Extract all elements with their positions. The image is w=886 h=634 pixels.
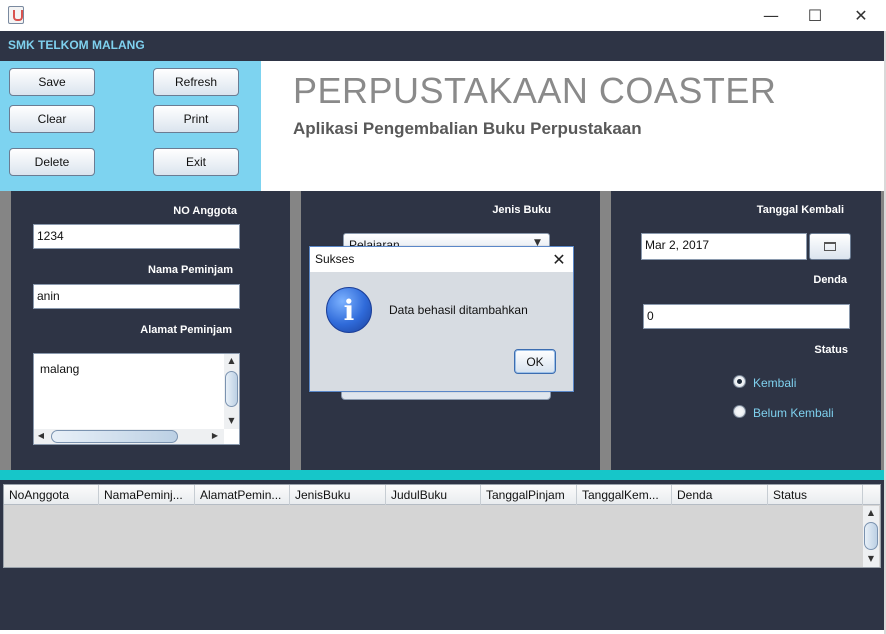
- dialog-title: Sukses: [315, 252, 355, 266]
- calendar-icon: [824, 242, 836, 251]
- minimize-button[interactable]: —: [748, 0, 794, 31]
- close-window-button[interactable]: ✕: [838, 0, 884, 31]
- clear-button[interactable]: Clear: [9, 105, 95, 133]
- status-belum-kembali-radio[interactable]: [733, 405, 746, 418]
- column-header-denda[interactable]: Denda: [672, 485, 768, 505]
- column-header-namapeminjam[interactable]: NamaPeminj...: [99, 485, 195, 505]
- delete-button[interactable]: Delete: [9, 148, 95, 176]
- dialog-message: Data behasil ditambahkan: [389, 303, 528, 317]
- column-header-alamatpeminjam[interactable]: AlamatPemin...: [195, 485, 290, 505]
- calendar-button[interactable]: [809, 233, 851, 260]
- exit-button[interactable]: Exit: [153, 148, 239, 176]
- scroll-left-icon[interactable]: ◀: [36, 431, 46, 441]
- button-panel: Save Refresh Clear Print Delete Exit: [0, 61, 261, 191]
- vertical-scroll-thumb[interactable]: [225, 371, 238, 407]
- column-header-noanggota[interactable]: NoAnggota: [4, 485, 99, 505]
- column-header-tanggalpinjam[interactable]: TanggalPinjam: [481, 485, 577, 505]
- tanggal-kembali-field[interactable]: Mar 2, 2017: [641, 233, 807, 260]
- separator-bar: [0, 470, 884, 480]
- alamat-peminjam-label: Alamat Peminjam: [140, 324, 232, 336]
- column-divider: [0, 191, 11, 470]
- no-anggota-label: NO Anggota: [173, 205, 237, 217]
- save-button[interactable]: Save: [9, 68, 95, 96]
- scroll-up-icon[interactable]: ▲: [225, 356, 238, 366]
- status-belum-kembali-label[interactable]: Belum Kembali: [753, 406, 834, 420]
- nama-peminjam-field[interactable]: anin: [33, 284, 240, 309]
- java-cup-icon: [8, 6, 24, 24]
- status-kembali-radio[interactable]: [733, 375, 746, 388]
- denda-label: Denda: [813, 274, 847, 286]
- scroll-down-icon[interactable]: ▼: [225, 416, 238, 426]
- status-kembali-label[interactable]: Kembali: [753, 376, 796, 390]
- scroll-down-icon[interactable]: ▼: [864, 554, 878, 564]
- page-title: PERPUSTAKAAN COASTER: [293, 70, 777, 111]
- column-divider: [600, 191, 611, 470]
- jenis-buku-label: Jenis Buku: [492, 204, 551, 216]
- info-icon: i: [326, 287, 372, 333]
- print-button[interactable]: Print: [153, 105, 239, 133]
- column-header-tanggalkembali[interactable]: TanggalKem...: [577, 485, 672, 505]
- no-anggota-field[interactable]: 1234: [33, 224, 240, 249]
- nama-peminjam-label: Nama Peminjam: [148, 264, 233, 276]
- horizontal-scroll-thumb[interactable]: [51, 430, 178, 443]
- column-divider: [290, 191, 301, 470]
- footer-strip: [0, 572, 884, 630]
- alamat-text: malang: [40, 362, 80, 376]
- dialog-close-button[interactable]: ✕: [549, 249, 569, 269]
- ok-button[interactable]: OK: [514, 349, 556, 374]
- denda-field[interactable]: 0: [643, 304, 850, 329]
- school-name: SMK TELKOM MALANG: [8, 38, 145, 52]
- status-label: Status: [814, 344, 848, 356]
- table-scroll-thumb[interactable]: [864, 522, 878, 550]
- column-header-status[interactable]: Status: [768, 485, 863, 505]
- tanggal-kembali-label: Tanggal Kembali: [756, 204, 844, 216]
- maximize-button[interactable]: ☐: [792, 0, 838, 31]
- scroll-up-icon[interactable]: ▲: [864, 508, 878, 518]
- column-header-jenisbuku[interactable]: JenisBuku: [290, 485, 386, 505]
- page-subtitle: Aplikasi Pengembalian Buku Perpustakaan: [293, 119, 642, 138]
- scroll-right-icon[interactable]: ▶: [210, 431, 220, 441]
- refresh-button[interactable]: Refresh: [153, 68, 239, 96]
- column-header-judulbuku[interactable]: JudulBuku: [386, 485, 481, 505]
